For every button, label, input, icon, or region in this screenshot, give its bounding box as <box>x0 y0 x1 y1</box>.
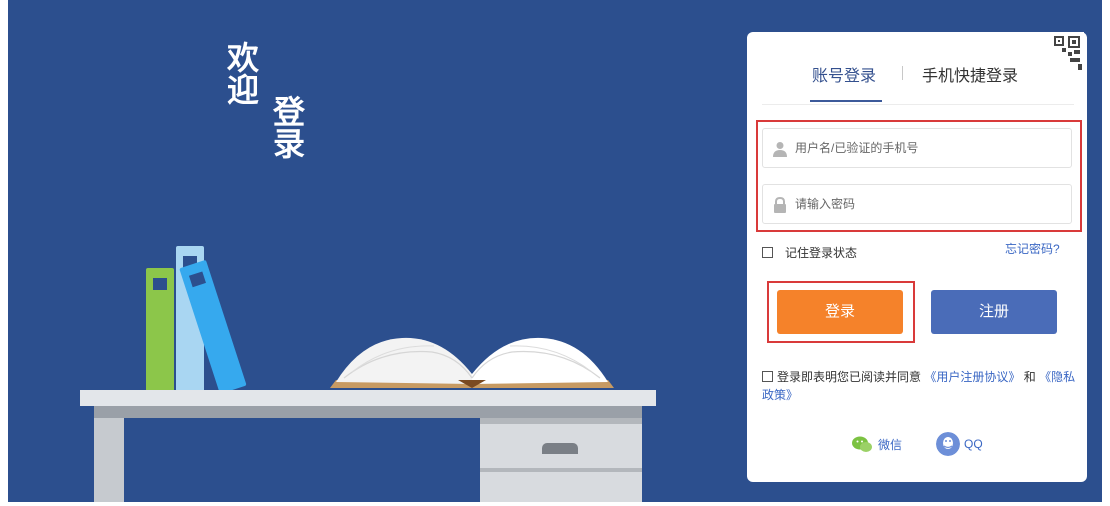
desk-apron <box>94 406 642 418</box>
agreement-text: 登录即表明您已阅读并同意 <box>777 370 922 384</box>
tab-account-login[interactable]: 账号登录 <box>812 62 876 86</box>
desk-top <box>80 390 656 406</box>
open-book-illustration <box>330 337 614 388</box>
agreement-and: 和 <box>1023 370 1036 384</box>
active-tab-indicator <box>810 100 882 102</box>
book-green <box>146 268 174 392</box>
tab-divider <box>902 66 903 80</box>
forgot-password-link[interactable]: 忘记密码? <box>1005 240 1060 257</box>
qq-icon <box>936 432 960 456</box>
desk-drawer <box>480 418 642 502</box>
wechat-icon <box>852 436 872 452</box>
agreement-checkbox[interactable] <box>762 371 773 382</box>
remember-me[interactable]: 记住登录状态 <box>762 244 857 261</box>
remember-checkbox[interactable] <box>762 247 773 258</box>
desk-leg <box>94 418 124 502</box>
login-tabs: 账号登录 手机快捷登录 <box>790 62 1070 104</box>
qq-label: QQ <box>964 437 983 451</box>
user-agreement-link[interactable]: 《用户注册协议》 <box>924 370 1020 384</box>
highlight-box-login <box>767 281 915 343</box>
tabs-separator-line <box>762 104 1074 105</box>
tab-phone-login[interactable]: 手机快捷登录 <box>922 62 1018 86</box>
wechat-login[interactable]: 微信 <box>850 432 902 456</box>
drawer-handle <box>542 443 578 454</box>
highlight-box-inputs <box>756 120 1082 232</box>
register-button[interactable]: 注册 <box>931 290 1057 334</box>
welcome-text-2: 登录 <box>272 93 305 163</box>
remember-label: 记住登录状态 <box>785 246 858 260</box>
wechat-label: 微信 <box>878 437 903 452</box>
agreement: 登录即表明您已阅读并同意 《用户注册协议》 和 《隐私政策》 <box>762 368 1082 404</box>
welcome-text-1: 欢迎 <box>226 39 259 109</box>
drawer-divider <box>480 468 642 472</box>
qq-login[interactable]: QQ <box>936 432 983 456</box>
